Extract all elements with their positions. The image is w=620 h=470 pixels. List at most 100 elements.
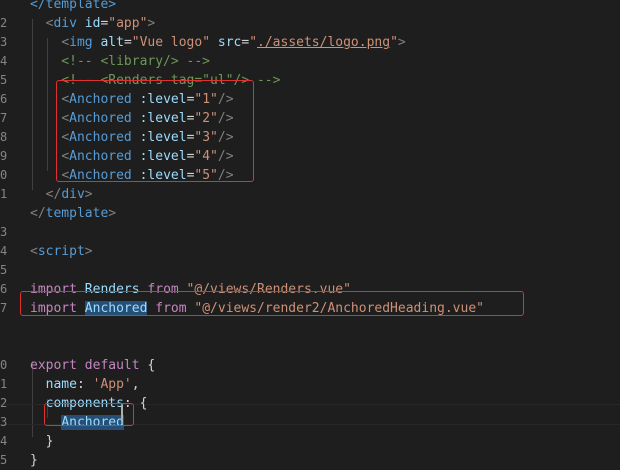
code-text: name: 'App',: [30, 375, 140, 394]
code-line[interactable]: 4 <script>: [0, 242, 620, 261]
code-line[interactable]: 3 Anchored: [0, 413, 620, 432]
line-number: 7: [0, 301, 8, 315]
code-token: Anchored: [69, 92, 132, 107]
line-number: 7: [0, 111, 8, 125]
code-token: import: [30, 301, 77, 316]
code-line[interactable]: </template>: [0, 0, 620, 14]
code-text: <Anchored :level="2"/>: [30, 109, 234, 128]
code-token: id: [76, 16, 101, 31]
code-token: div: [61, 187, 85, 202]
code-token: "@/views/Renders.vue": [178, 282, 351, 297]
code-line[interactable]: 1 name: 'App',: [0, 375, 620, 394]
code-line[interactable]: 4 }: [0, 432, 620, 451]
code-line[interactable]: 3 <img alt="Vue logo" src="./assets/logo…: [0, 33, 620, 52]
code-text: <Anchored :level="3"/>: [30, 128, 233, 147]
code-line[interactable]: 8 <Anchored :level="3"/>: [0, 128, 620, 147]
code-line[interactable]: 2 <div id="app">: [0, 14, 620, 33]
code-token: =: [123, 35, 132, 50]
code-text: Anchored: [30, 413, 124, 432]
line-number: 6: [0, 282, 8, 296]
code-line[interactable]: 3: [0, 223, 620, 242]
code-text: <script>: [30, 242, 93, 261]
code-text: </div>: [30, 185, 93, 204]
code-line[interactable]: 6 import Renders from "@/views/Renders.vu…: [0, 280, 620, 299]
code-line[interactable]: 7 import Anchored from "@/views/render2/A…: [0, 299, 620, 318]
code-token: components: [30, 396, 124, 411]
line-number: 8: [0, 130, 8, 144]
code-text: <!-- <library/> -->: [30, 52, 210, 71]
line-number: 5: [0, 263, 8, 277]
code-token: <!-- <Renders tag="ul"/> -->: [30, 73, 281, 88]
code-text: <!-- <Renders tag="ul"/> -->: [30, 71, 280, 90]
code-token: "1": [194, 92, 218, 107]
code-token: Anchored: [69, 149, 132, 164]
line-number: 0: [0, 168, 8, 182]
code-token: Anchored: [69, 111, 132, 126]
code-text: import Renders from "@/views/Renders.vue…: [30, 280, 351, 299]
code-token: >: [84, 187, 93, 202]
code-line[interactable]: 0 <Anchored :level="5"/>: [0, 166, 620, 185]
code-line[interactable]: 2 components: {: [0, 394, 620, 413]
code-token: "@/views/render2/AnchoredHeading.vue": [186, 301, 484, 316]
code-token: template: [45, 206, 109, 221]
code-token: "app": [108, 16, 148, 31]
line-number: 1: [0, 377, 8, 391]
code-token: from: [147, 282, 179, 297]
code-token: <: [61, 130, 70, 145]
code-editor[interactable]: </template> 2 <div id="app"> 3 <img alt="V…: [0, 0, 620, 468]
code-line[interactable]: 9 <Anchored :level="4"/>: [0, 147, 620, 166]
line-number: 9: [0, 149, 8, 163]
code-token: Renders: [76, 282, 148, 297]
code-token: <: [61, 92, 70, 107]
code-text: <img alt="Vue logo" src="./assets/logo.p…: [30, 33, 405, 52]
code-token: div: [53, 16, 77, 31]
code-text: export default {: [30, 356, 155, 375]
code-line[interactable]: [0, 337, 620, 356]
code-token: ": [249, 35, 258, 50]
code-line[interactable]: 5}: [0, 451, 620, 470]
line-number: 5: [0, 453, 8, 467]
code-token: "Vue logo": [131, 35, 211, 50]
code-token: Anchored: [69, 130, 132, 145]
code-line[interactable]: 1 </div>: [0, 185, 620, 204]
code-token: />: [217, 111, 234, 126]
code-text: <div id="app">: [30, 14, 156, 33]
code-token: export: [30, 358, 77, 373]
code-token: ,: [131, 377, 140, 392]
code-token: :: [76, 377, 93, 392]
line-number: 3: [0, 415, 8, 429]
code-line[interactable]: 0 export default {: [0, 356, 620, 375]
code-token: Anchored: [84, 301, 148, 316]
code-line[interactable]: [0, 318, 620, 337]
code-text: </template>: [30, 0, 116, 14]
code-token: default: [84, 358, 140, 373]
code-token: import: [30, 282, 77, 297]
code-token: "2": [194, 111, 218, 126]
code-line[interactable]: 6 <Anchored :level="1"/>: [0, 90, 620, 109]
code-line[interactable]: </template>: [0, 204, 620, 223]
code-token: ./assets/logo.png: [257, 35, 391, 50]
code-text: }: [30, 432, 54, 451]
code-line[interactable]: 5 <!-- <Renders tag="ul"/> -->: [0, 71, 620, 90]
code-token: <: [61, 111, 70, 126]
code-text: <Anchored :level="1"/>: [30, 90, 234, 109]
code-line[interactable]: 5: [0, 261, 620, 280]
code-token: Anchored: [61, 415, 124, 430]
code-token: ": [390, 35, 398, 50]
code-token: />: [217, 92, 234, 107]
code-text: </template>: [30, 204, 116, 223]
code-token: }: [30, 434, 54, 449]
code-line[interactable]: 7 <Anchored :level="2"/>: [0, 109, 620, 128]
code-line[interactable]: 4 <!-- <library/> -->: [0, 52, 620, 71]
code-token: />: [217, 168, 234, 183]
code-text: components: {: [30, 394, 148, 413]
code-text: <Anchored :level="4"/>: [30, 147, 233, 166]
code-text: }: [30, 451, 38, 470]
